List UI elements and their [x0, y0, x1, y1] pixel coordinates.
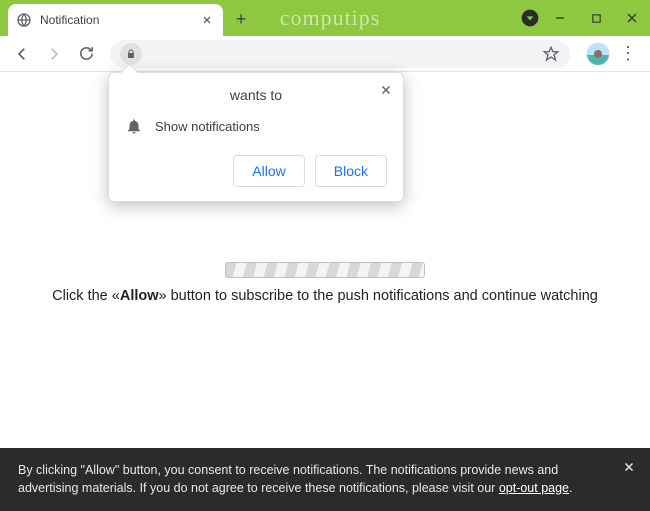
allow-button[interactable]: Allow [233, 155, 304, 187]
page-message-bold: Allow [120, 288, 159, 304]
consent-footer: By clicking "Allow" button, you consent … [0, 448, 650, 511]
extension-shield-icon[interactable] [520, 8, 540, 28]
menu-icon[interactable]: ⋮ [614, 40, 642, 68]
permission-title: wants to [125, 87, 387, 103]
permission-request-row: Show notifications [125, 117, 387, 135]
opt-out-link[interactable]: opt-out page [499, 481, 569, 495]
permission-buttons: Allow Block [125, 155, 387, 187]
block-button[interactable]: Block [315, 155, 387, 187]
permission-close-icon[interactable] [379, 83, 393, 97]
maximize-button[interactable] [578, 0, 614, 36]
consent-text-suffix: . [569, 481, 572, 495]
reload-button[interactable] [72, 40, 100, 68]
profile-avatar[interactable] [586, 42, 610, 66]
address-bar[interactable] [110, 40, 570, 68]
browser-toolbar: ⋮ [0, 36, 650, 72]
permission-dialog: wants to Show notifications Allow Block [108, 72, 404, 202]
consent-close-icon[interactable] [622, 460, 636, 474]
bookmark-star-icon[interactable] [542, 45, 560, 63]
bell-icon [125, 117, 143, 135]
forward-button [40, 40, 68, 68]
page-message-prefix: Click the « [52, 288, 120, 304]
browser-tab[interactable]: Notification [8, 4, 223, 36]
site-info-lock-icon[interactable] [120, 43, 142, 65]
new-tab-button[interactable]: + [227, 5, 255, 33]
back-button[interactable] [8, 40, 36, 68]
page-message: Click the «Allow» button to subscribe to… [0, 288, 650, 304]
minimize-button[interactable] [542, 0, 578, 36]
page-message-suffix: » button to subscribe to the push notifi… [159, 288, 598, 304]
window-controls [542, 0, 650, 36]
window-titlebar: Notification + computips [0, 0, 650, 36]
loading-bar [225, 262, 425, 278]
consent-text-prefix: By clicking "Allow" button, you consent … [18, 463, 558, 495]
watermark-text: computips [280, 5, 381, 31]
globe-icon [16, 12, 32, 28]
close-window-button[interactable] [614, 0, 650, 36]
permission-request-label: Show notifications [155, 119, 260, 134]
tab-title: Notification [40, 13, 199, 27]
tab-close-icon[interactable] [199, 12, 215, 28]
